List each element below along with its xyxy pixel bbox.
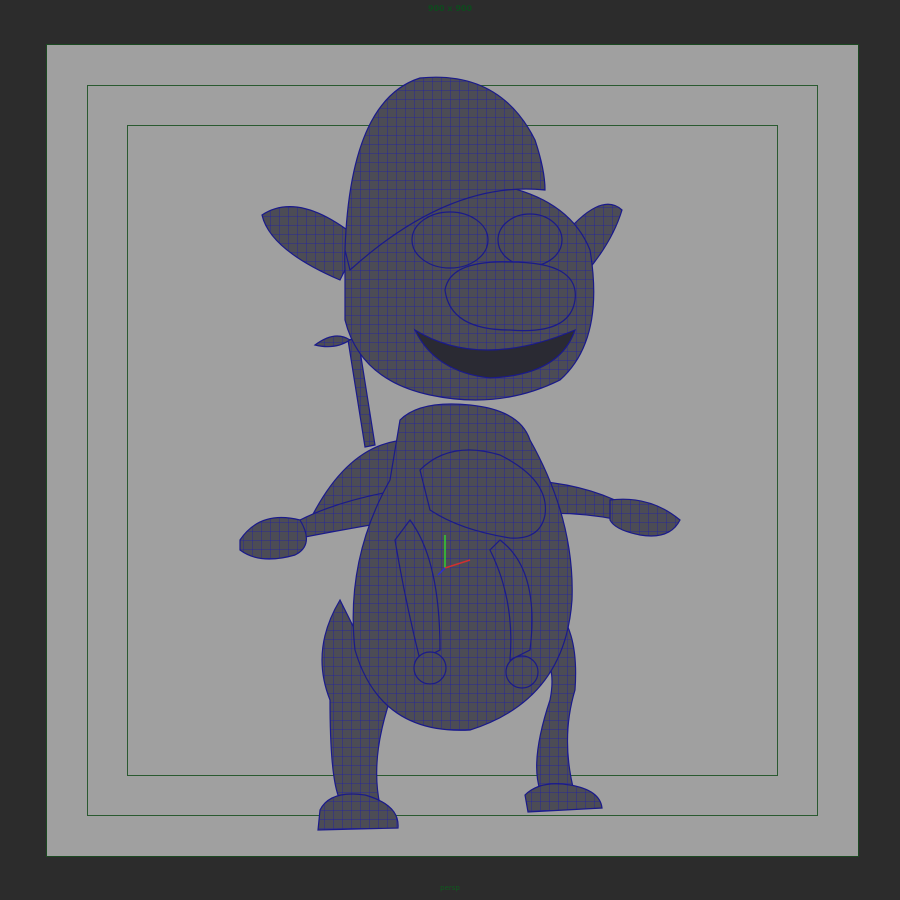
foot-left: [317, 793, 399, 831]
character-wireframe-model[interactable]: [0, 0, 900, 900]
foot-right: [524, 783, 603, 813]
camera-label: persp: [440, 884, 460, 892]
eye-left: [411, 211, 489, 269]
pompom-left: [413, 651, 447, 685]
hand-right: [609, 498, 681, 537]
staff-blade: [313, 335, 352, 348]
hand-left: [239, 516, 307, 560]
pompom-right: [505, 655, 539, 689]
eye-right: [497, 213, 563, 267]
nose: [444, 261, 576, 332]
